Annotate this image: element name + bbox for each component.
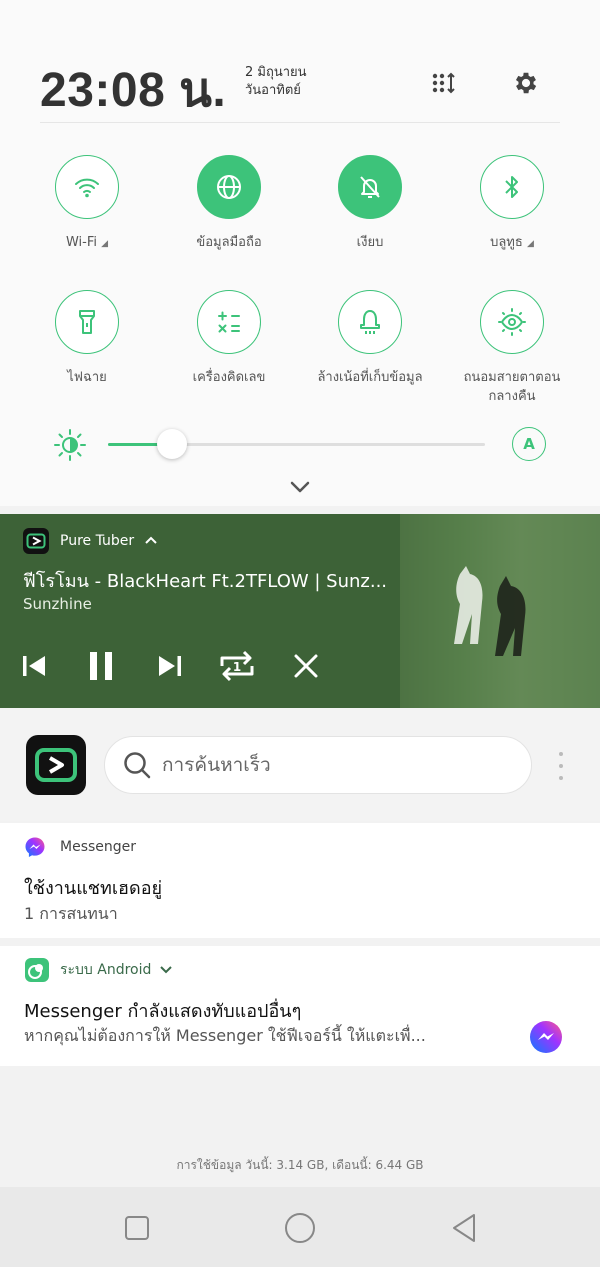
pause-button[interactable]	[81, 646, 121, 686]
tile-bluetooth[interactable]: บลูทูธ ◢	[442, 155, 582, 254]
tile-clean-storage[interactable]: ล้างเน้อที่เก็บข้อมูล	[300, 290, 440, 387]
expand-arrow-icon: ◢	[101, 239, 109, 249]
quick-search-card: การค้นหาเร็ว	[0, 708, 600, 821]
notification-android-system[interactable]: ระบบ Android Messenger กำลังแสดงทับแอปอื…	[0, 946, 600, 1066]
expand-arrow-icon: ◢	[526, 239, 534, 249]
recents-button[interactable]	[120, 1211, 154, 1245]
clean-storage-icon	[338, 290, 402, 354]
clock: 23:08 น.	[40, 64, 227, 117]
search-placeholder: การค้นหาเร็ว	[162, 754, 271, 776]
more-options-icon[interactable]	[557, 752, 565, 780]
tile-calculator[interactable]: เครื่องคิดเลข	[159, 290, 299, 387]
tile-label: Wi-Fi	[65, 235, 97, 250]
tile-label: ไฟฉาย	[67, 370, 107, 385]
navigation-bar	[0, 1187, 600, 1267]
back-button[interactable]	[447, 1211, 481, 1245]
media-player-card[interactable]: Pure Tuber ฟีโรโมน - BlackHeart Ft.2TFLO…	[0, 514, 600, 708]
close-icon[interactable]	[286, 646, 326, 686]
calculator-icon	[197, 290, 261, 354]
chevron-down-icon[interactable]	[159, 965, 173, 975]
messenger-chathead-icon	[529, 1020, 563, 1058]
wifi-icon	[55, 155, 119, 219]
pure-tuber-app-icon[interactable]	[26, 735, 86, 795]
media-app-name: Pure Tuber	[60, 533, 135, 549]
data-usage-text: การใช้ข้อมูล วันนี้: 3.14 GB, เดือนนี้: …	[176, 1158, 424, 1172]
notification-messenger[interactable]: Messenger ใช้งานแชทเฮดอยู่ 1 การสนทนา	[0, 823, 600, 938]
tile-wifi[interactable]: Wi-Fi ◢	[17, 155, 157, 254]
tile-silent[interactable]: เงียบ	[300, 155, 440, 252]
svg-text:1: 1	[233, 660, 241, 674]
date-text: 2 มิถุนายน	[245, 65, 307, 80]
tile-eye-comfort[interactable]: ถนอมสายตาตอน กลางคืน	[442, 290, 582, 406]
previous-button[interactable]	[14, 646, 54, 686]
album-art	[400, 514, 600, 708]
tile-label: เงียบ	[356, 235, 384, 250]
messenger-icon	[24, 836, 46, 858]
tile-label: บลูทูธ	[490, 235, 523, 250]
notification-app-name: ระบบ Android	[60, 962, 152, 978]
tile-label: เครื่องคิดเลข	[192, 370, 266, 385]
chevron-down-icon[interactable]	[288, 478, 312, 500]
tile-mobile-data[interactable]: ข้อมูลมือถือ	[159, 155, 299, 252]
notification-app-name: Messenger	[60, 839, 137, 855]
auto-brightness-button[interactable]: A	[512, 427, 546, 461]
chevron-up-icon[interactable]	[144, 533, 158, 549]
media-title: ฟีโรโมน - BlackHeart Ft.2TFLOW | Sunz...	[23, 571, 388, 592]
notification-title: ใช้งานแชทเฮดอยู่	[24, 878, 163, 899]
quick-search-input[interactable]: การค้นหาเร็ว	[104, 736, 532, 794]
media-artist: Sunzhine	[23, 595, 92, 613]
tile-label: ข้อมูลมือถือ	[196, 235, 262, 250]
search-icon	[122, 750, 152, 780]
pure-tuber-icon	[23, 528, 49, 554]
bell-off-icon	[338, 155, 402, 219]
settings-gear-icon[interactable]	[509, 66, 543, 100]
next-button[interactable]	[150, 646, 190, 686]
flashlight-icon	[55, 290, 119, 354]
notification-text: หากคุณไม่ต้องการให้ Messenger ใช้ฟีเจอร์…	[24, 1026, 426, 1045]
tile-label-line1: ถนอมสายตาตอน	[463, 370, 561, 385]
edit-tiles-icon[interactable]	[428, 66, 462, 100]
quick-settings-panel: 23:08 น. 2 มิถุนายน วันอาทิตย์ Wi-Fi ◢ ข…	[0, 0, 600, 506]
bluetooth-icon	[480, 155, 544, 219]
globe-icon	[197, 155, 261, 219]
tile-label: ล้างเน้อที่เก็บข้อมูล	[317, 370, 423, 385]
tile-label-line2: กลางคืน	[488, 389, 536, 404]
brightness-icon	[53, 428, 87, 466]
tile-flashlight[interactable]: ไฟฉาย	[17, 290, 157, 387]
date-block: 2 มิถุนายน วันอาทิตย์	[245, 64, 307, 100]
eye-comfort-icon	[480, 290, 544, 354]
brightness-slider-thumb[interactable]	[157, 429, 188, 459]
day-text: วันอาทิตย์	[245, 83, 301, 98]
android-system-icon	[24, 957, 50, 983]
notification-title: Messenger กำลังแสดงทับแอปอื่นๆ	[24, 1001, 302, 1022]
notification-text: 1 การสนทนา	[24, 904, 118, 923]
home-button[interactable]	[283, 1211, 317, 1245]
repeat-one-icon[interactable]: 1	[217, 646, 257, 686]
header-divider	[40, 122, 560, 123]
